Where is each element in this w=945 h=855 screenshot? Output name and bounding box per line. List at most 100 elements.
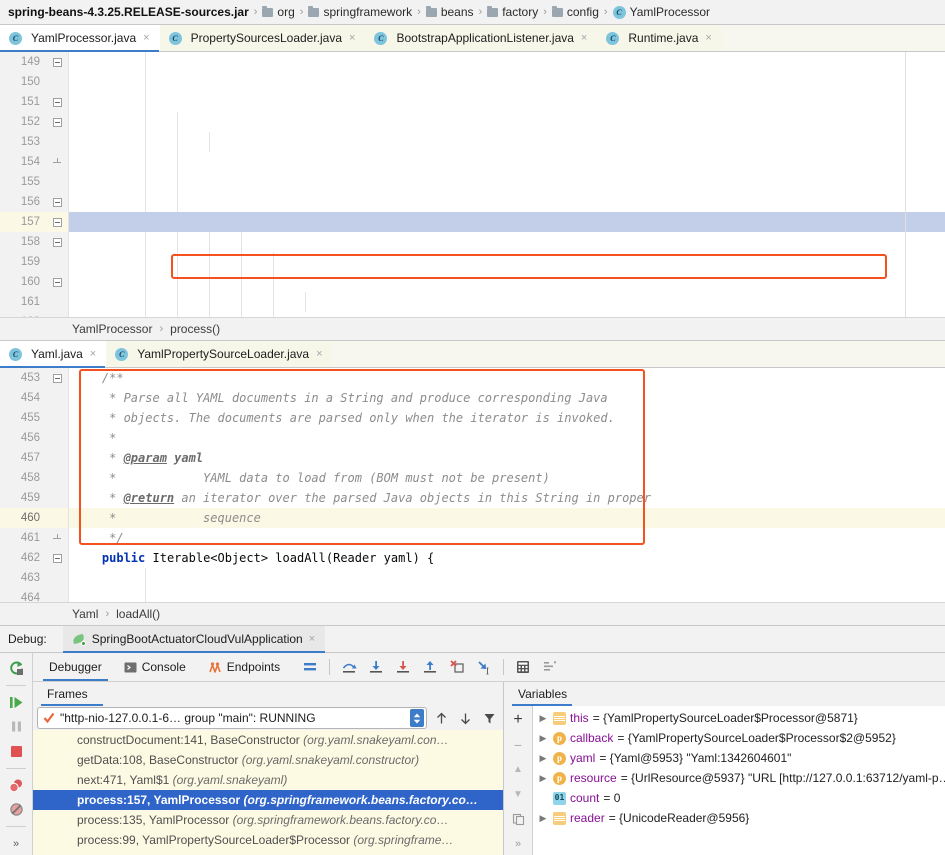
tab-propertysourcesloader-java[interactable]: C PropertySourcesLoader.java × (160, 25, 366, 51)
fold-gutter[interactable] (46, 368, 69, 388)
tab-console[interactable]: Console (114, 653, 196, 681)
code-line[interactable]: 161 break; (0, 292, 945, 312)
more-options-button[interactable]: » (504, 834, 532, 855)
frame-item[interactable]: next:471, Yaml$1 (org.yaml.snakeyaml) (33, 770, 503, 790)
fold-gutter[interactable] (46, 112, 69, 132)
fold-gutter[interactable] (46, 92, 69, 112)
editor-pane-bottom[interactable]: 453 /** 454 * Parse all YAML documents i… (0, 368, 945, 602)
code-line[interactable]: 162 } (0, 312, 945, 317)
frames-up-button[interactable] (431, 708, 451, 728)
thread-selector[interactable]: "http-nio-127.0.0.1-6… group "main": RUN… (37, 707, 427, 729)
breadcrumb-item-yamlprocessor[interactable]: CYamlProcessor (613, 5, 710, 19)
close-icon[interactable]: × (705, 32, 711, 44)
frame-item[interactable]: process:99, YamlPropertySourceLoader$Pro… (33, 830, 503, 850)
fold-collapse-icon[interactable] (53, 238, 62, 247)
code-line[interactable]: 158 if (object != null && process(asMap(… (0, 232, 945, 252)
step-over-button[interactable] (337, 656, 361, 678)
code-line[interactable]: 160 if (this.resolutionMethod == Resolut… (0, 272, 945, 292)
fold-collapse-icon[interactable] (53, 374, 62, 383)
drop-frame-button[interactable] (445, 656, 469, 678)
code-line-current[interactable]: 460 * sequence (0, 508, 945, 528)
fold-gutter[interactable] (46, 272, 69, 292)
close-icon[interactable]: × (90, 348, 96, 360)
variable-row-count[interactable]: 01 count = 0 (533, 788, 945, 808)
expand-arrow-icon[interactable]: ▶ (537, 808, 549, 828)
code-line[interactable]: 457 * @param yaml (0, 448, 945, 468)
frames-header[interactable]: Frames (33, 682, 503, 706)
code-line-executing[interactable]: 157 for (Object object : yaml.loadAll(re… (0, 212, 945, 232)
close-icon[interactable]: × (581, 32, 587, 44)
code-line[interactable]: 464 constructor.setComposer(composer); (0, 588, 945, 602)
frame-item[interactable]: constructDocument:141, BaseConstructor (… (33, 730, 503, 750)
fold-collapse-icon[interactable] (53, 98, 62, 107)
code-line[interactable]: 149 private boolean process(MatchCallbac… (0, 52, 945, 72)
code-line[interactable]: 153 logger.debug( o: "Loading from YAML:… (0, 132, 945, 152)
thread-spinner-arrows[interactable] (410, 709, 424, 727)
view-breakpoints-button[interactable] (2, 774, 30, 797)
breadcrumb-item-springframework[interactable]: springframework (308, 5, 412, 19)
run-configuration-tab[interactable]: SpringBootActuatorCloudVulApplication × (63, 626, 325, 652)
expand-arrow-icon[interactable]: ▶ (537, 708, 549, 728)
copy-value-button[interactable] (504, 809, 532, 830)
status-method[interactable]: process() (170, 322, 220, 336)
tab-endpoints[interactable]: Endpoints (198, 653, 290, 681)
code-line[interactable]: 454 * Parse all YAML documents in a Stri… (0, 388, 945, 408)
fold-gutter[interactable] (46, 312, 69, 317)
frame-item[interactable]: getData:108, BaseConstructor (org.yaml.s… (33, 750, 503, 770)
variables-list[interactable]: ▶ this = {YamlPropertySourceLoader$Proce… (533, 706, 945, 855)
tab-debugger[interactable]: Debugger (39, 653, 112, 681)
code-line[interactable]: 461 */ (0, 528, 945, 548)
code-line[interactable]: 152 if (logger.isDebugEnabled()) { (0, 112, 945, 132)
variable-row-reader[interactable]: ▶ reader = {UnicodeReader@5956} (533, 808, 945, 828)
fold-collapse-icon[interactable] (53, 58, 62, 67)
expand-arrow-icon[interactable]: ▶ (537, 748, 549, 768)
close-icon[interactable]: × (316, 348, 322, 360)
breadcrumb-item-beans[interactable]: beans (426, 5, 474, 19)
force-step-into-button[interactable] (391, 656, 415, 678)
run-to-cursor-button[interactable] (472, 656, 496, 678)
status-class[interactable]: YamlProcessor (72, 322, 152, 336)
fold-gutter[interactable] (46, 192, 69, 212)
frame-item[interactable]: process:135, YamlProcessor (org.springfr… (33, 810, 503, 830)
close-icon[interactable]: × (349, 32, 355, 44)
rerun-button[interactable] (2, 657, 30, 680)
frames-down-button[interactable] (455, 708, 475, 728)
variables-header[interactable]: Variables (504, 682, 945, 706)
fold-gutter[interactable] (46, 548, 69, 568)
tab-yamlprocessor-java[interactable]: C YamlProcessor.java × (0, 25, 160, 51)
breadcrumb-item-org[interactable]: org (262, 5, 294, 19)
fold-gutter[interactable] (46, 52, 69, 72)
code-line[interactable]: 150 int count = 0; count: 0 (0, 72, 945, 92)
code-line[interactable]: 455 * objects. The documents are parsed … (0, 408, 945, 428)
fold-collapse-icon[interactable] (53, 118, 62, 127)
code-line[interactable]: 463 Composer composer = new Composer(new… (0, 568, 945, 588)
close-icon[interactable]: × (143, 32, 149, 44)
code-line[interactable]: 156 try { (0, 192, 945, 212)
fold-collapse-icon[interactable] (53, 554, 62, 563)
expand-arrow-icon[interactable]: ▶ (537, 768, 549, 788)
code-line[interactable]: 155 Reader reader = new UnicodeReader(re… (0, 172, 945, 192)
breadcrumb-item-config[interactable]: config (552, 5, 599, 19)
status-class[interactable]: Yaml (72, 607, 98, 621)
frame-item-selected[interactable]: process:157, YamlProcessor (org.springfr… (33, 790, 503, 810)
breadcrumb-item-factory[interactable]: factory (487, 5, 538, 19)
add-watch-button[interactable]: + (504, 709, 532, 730)
fold-end-icon[interactable] (53, 158, 62, 167)
move-up-button[interactable]: ▲ (504, 759, 532, 780)
step-out-button[interactable] (418, 656, 442, 678)
code-line[interactable]: 458 * YAML data to load from (BOM must n… (0, 468, 945, 488)
code-line[interactable]: 456 * (0, 428, 945, 448)
variable-row-yaml[interactable]: ▶ p yaml = {Yaml@5953} "Yaml:1342604601" (533, 748, 945, 768)
fold-gutter[interactable] (46, 152, 69, 172)
fold-end-icon[interactable] (53, 534, 62, 543)
evaluate-expression-button[interactable] (511, 656, 535, 678)
tab-yaml-java[interactable]: C Yaml.java × (0, 341, 106, 367)
settings-button[interactable] (538, 656, 562, 678)
fold-gutter[interactable] (46, 528, 69, 548)
fold-gutter[interactable] (46, 212, 69, 232)
variable-row-callback[interactable]: ▶ p callback = {YamlPropertySourceLoader… (533, 728, 945, 748)
code-line[interactable]: 453 /** (0, 368, 945, 388)
show-execution-point-button[interactable] (298, 656, 322, 678)
code-line[interactable]: 151 try { (0, 92, 945, 112)
expand-arrow-icon[interactable]: ▶ (537, 728, 549, 748)
